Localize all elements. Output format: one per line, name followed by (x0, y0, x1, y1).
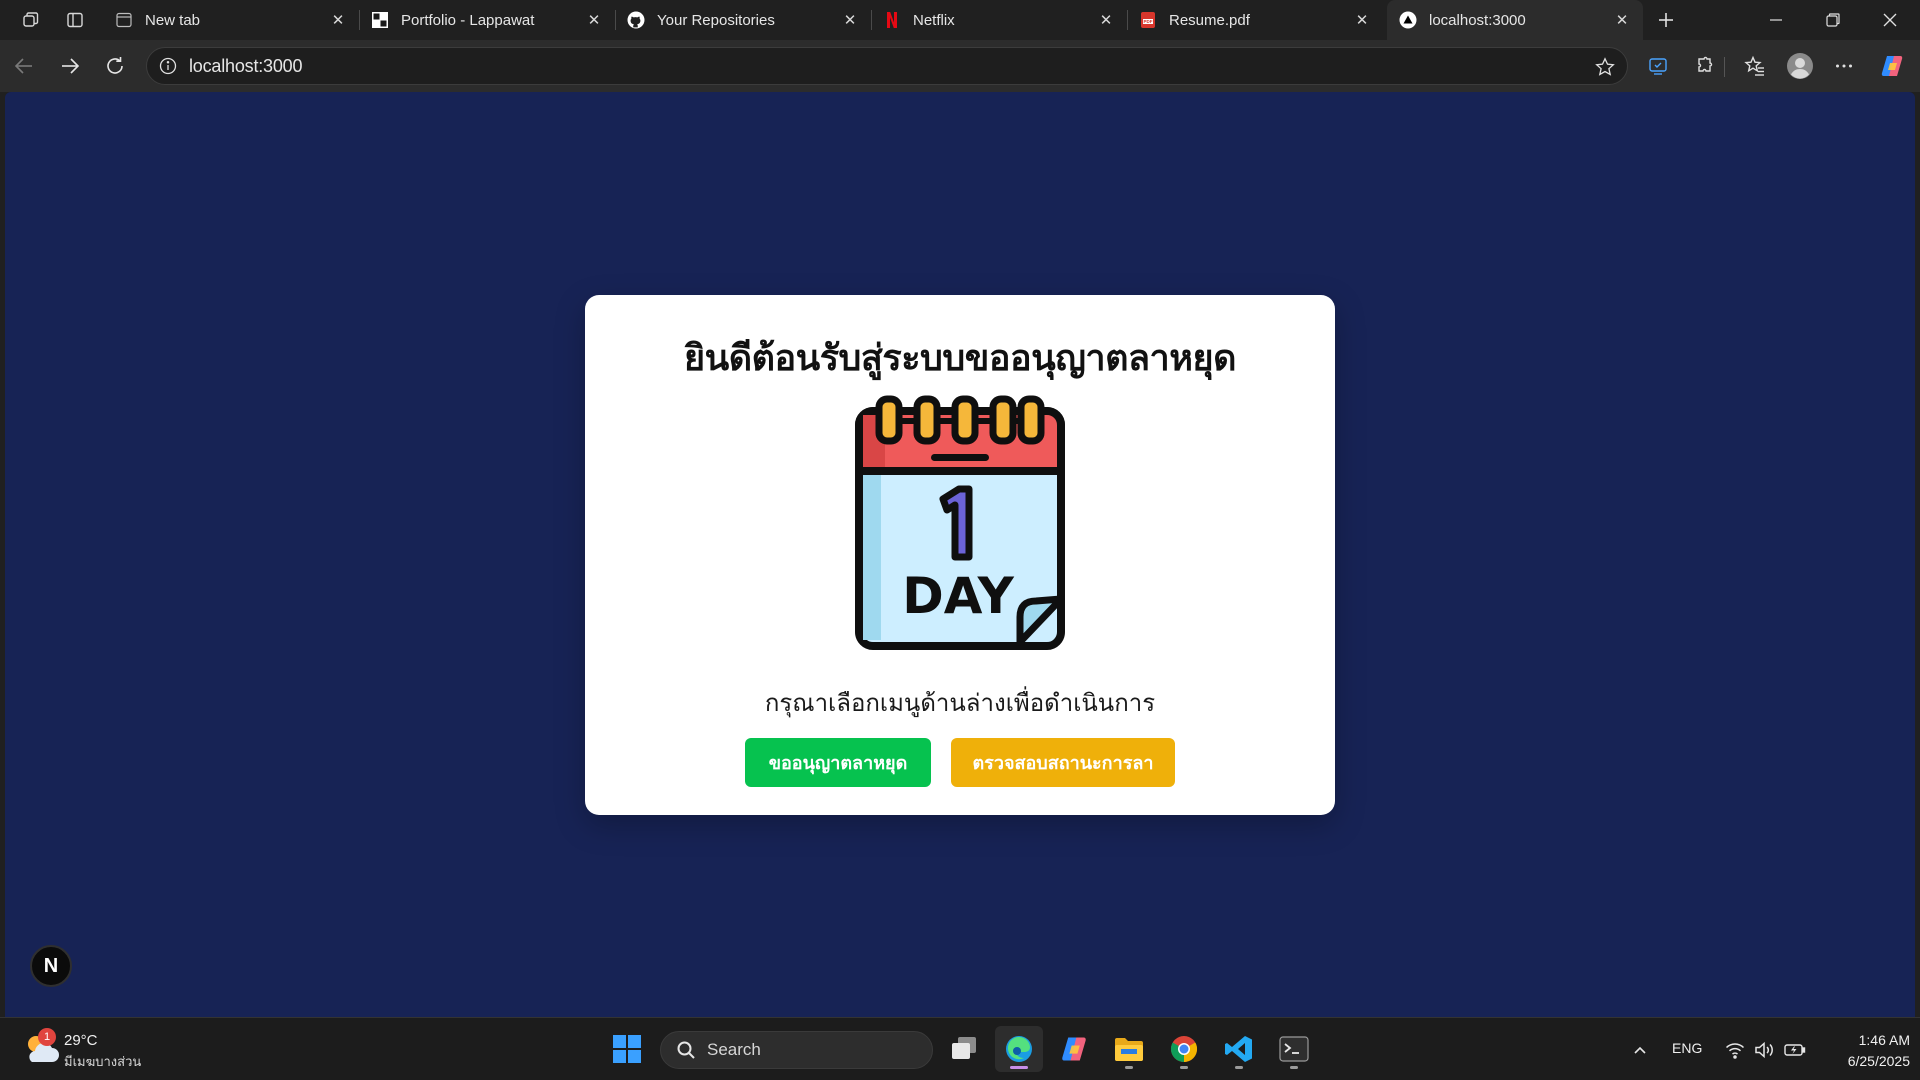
start-button[interactable] (603, 1026, 651, 1072)
tab-separator (871, 10, 872, 30)
task-view-button[interactable] (940, 1026, 988, 1072)
close-window-button[interactable] (1862, 0, 1918, 40)
page-subtitle: กรุณาเลือกเมนูด้านล่างเพื่อดำเนินการ (764, 689, 1156, 717)
tab-separator (1127, 10, 1128, 30)
refresh-button[interactable] (97, 48, 133, 84)
close-tab-icon[interactable]: ✕ (583, 9, 605, 31)
clock-date: 6/25/2025 (1847, 1053, 1910, 1069)
weather-alert-badge: 1 (38, 1028, 56, 1046)
profile-avatar-icon[interactable] (1784, 50, 1816, 82)
windows-taskbar: 1 29°C มีเมฆบางส่วน Search ENG 1:46 AM 6… (0, 1017, 1920, 1080)
taskbar-search[interactable]: Search (660, 1031, 933, 1069)
new-tab-button[interactable] (1651, 6, 1681, 34)
tab-title: New tab (145, 11, 201, 29)
minimize-button[interactable] (1748, 0, 1804, 40)
check-leave-status-button[interactable]: ตรวจสอบสถานะการลา (951, 738, 1175, 787)
netflix-icon (883, 11, 901, 29)
taskbar-copilot[interactable] (1050, 1026, 1098, 1072)
copilot-icon[interactable] (1876, 50, 1908, 82)
system-clock[interactable]: 1:46 AM 6/25/2025 (1810, 1030, 1910, 1072)
taskbar-vscode[interactable] (1215, 1026, 1263, 1072)
tab-title: Your Repositories (657, 11, 775, 29)
newtab-icon (115, 11, 133, 29)
close-tab-icon[interactable]: ✕ (1351, 9, 1373, 31)
vscode-icon (1225, 1036, 1252, 1062)
calendar-one-day-icon: DAY (855, 395, 1065, 650)
site-info-icon[interactable] (156, 54, 180, 78)
address-bar[interactable]: localhost:3000 (146, 47, 1628, 85)
copilot-app-icon (1062, 1037, 1086, 1061)
clock-time: 1:46 AM (1858, 1032, 1910, 1048)
tab-separator (615, 10, 616, 30)
tab-new-tab[interactable]: New tab ✕ (103, 0, 359, 40)
tab-separator (359, 10, 360, 30)
workspaces-icon[interactable] (16, 6, 46, 34)
tab-resume-pdf[interactable]: PDF Resume.pdf ✕ (1127, 0, 1383, 40)
windows-logo-icon (613, 1035, 641, 1063)
request-leave-button[interactable]: ขออนุญาตลาหยุด (745, 738, 931, 787)
running-indicator (1290, 1066, 1298, 1069)
vertical-tabs-icon[interactable] (60, 6, 90, 34)
address-bar-url[interactable]: localhost:3000 (189, 56, 302, 77)
close-tab-icon[interactable]: ✕ (1095, 9, 1117, 31)
nextjs-favicon (1399, 11, 1417, 29)
toolbar-divider (1724, 57, 1725, 77)
close-tab-icon[interactable]: ✕ (327, 9, 349, 31)
active-indicator (1010, 1066, 1028, 1069)
calendar-day-label: DAY (902, 567, 1014, 625)
running-indicator (1125, 1066, 1133, 1069)
folder-icon (1115, 1038, 1143, 1061)
tab-portfolio[interactable]: Portfolio - Lappawat ✕ (359, 0, 615, 40)
input-language[interactable]: ENG (1672, 1040, 1702, 1056)
extensions-icon[interactable] (1688, 50, 1720, 82)
tab-localhost[interactable]: localhost:3000 ✕ (1387, 0, 1643, 40)
more-options-icon[interactable] (1828, 50, 1860, 82)
search-icon (675, 1039, 697, 1061)
weather-description: มีเมฆบางส่วน (64, 1055, 142, 1070)
taskbar-edge[interactable] (995, 1026, 1043, 1072)
restore-button[interactable] (1805, 0, 1861, 40)
search-placeholder: Search (707, 1040, 761, 1059)
browser-essentials-icon[interactable] (1642, 50, 1674, 82)
taskbar-chrome[interactable] (1160, 1026, 1208, 1072)
close-tab-icon[interactable]: ✕ (839, 9, 861, 31)
favorites-icon[interactable] (1739, 50, 1771, 82)
github-icon (627, 11, 645, 29)
edge-icon (1006, 1036, 1032, 1062)
back-button[interactable] (6, 48, 42, 84)
running-indicator (1180, 1066, 1188, 1069)
svg-text:PDF: PDF (1144, 19, 1153, 24)
taskbar-file-explorer[interactable] (1105, 1026, 1153, 1072)
favorite-star-icon[interactable] (1593, 55, 1617, 79)
weather-widget[interactable]: 1 29°C มีเมฆบางส่วน (22, 1028, 152, 1072)
chrome-icon (1170, 1036, 1198, 1063)
tab-title: Resume.pdf (1169, 11, 1250, 29)
forward-button[interactable] (52, 48, 88, 84)
taskbar-terminal[interactable] (1270, 1026, 1318, 1072)
battery-charging-icon[interactable] (1783, 1038, 1807, 1062)
tab-title: Netflix (913, 11, 955, 29)
welcome-card: ยินดีต้อนรับสู่ระบบขออนุญาตลาหยุด DAY กร… (585, 295, 1335, 815)
portfolio-favicon (371, 11, 389, 29)
tab-title: localhost:3000 (1429, 11, 1526, 29)
close-tab-icon[interactable]: ✕ (1611, 9, 1633, 31)
browser-toolbar: localhost:3000 (0, 40, 1920, 92)
wifi-icon[interactable] (1723, 1038, 1747, 1062)
volume-icon[interactable] (1753, 1038, 1777, 1062)
tab-title: Portfolio - Lappawat (401, 11, 535, 29)
nextjs-dev-badge[interactable]: N (30, 945, 72, 987)
task-view-icon (952, 1037, 976, 1059)
page-viewport: ยินดีต้อนรับสู่ระบบขออนุญาตลาหยุด DAY กร… (5, 92, 1915, 1017)
tab-netflix[interactable]: Netflix ✕ (871, 0, 1127, 40)
running-indicator (1235, 1066, 1243, 1069)
show-hidden-icons-chevron-icon[interactable] (1628, 1038, 1652, 1062)
tab-github[interactable]: Your Repositories ✕ (615, 0, 871, 40)
pdf-icon: PDF (1139, 11, 1157, 29)
terminal-icon (1279, 1036, 1309, 1062)
page-title: ยินดีต้อนรับสู่ระบบขออนุญาตลาหยุด (684, 338, 1236, 379)
browser-tab-strip: New tab ✕ Portfolio - Lappawat ✕ Your Re… (0, 0, 1920, 40)
weather-temperature: 29°C (64, 1032, 98, 1049)
